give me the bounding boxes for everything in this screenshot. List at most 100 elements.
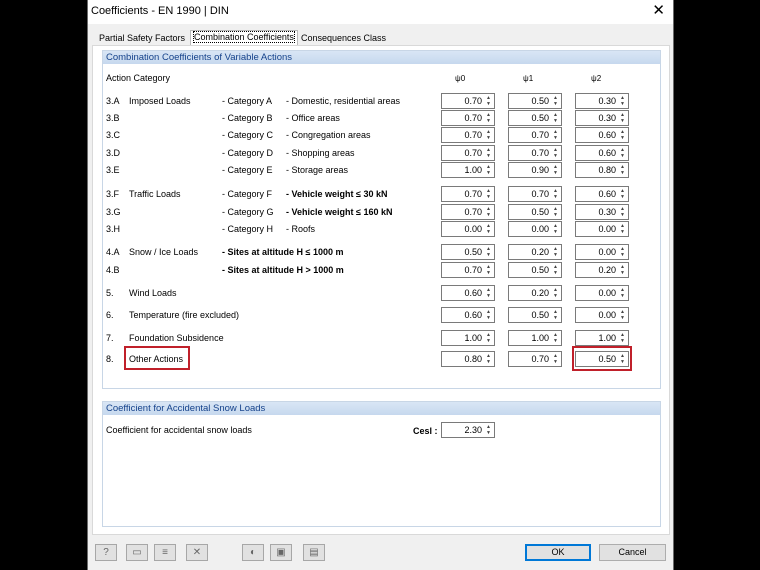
psi1-field[interactable]: 1.00 ▲ ▼	[508, 330, 562, 346]
psi2-field[interactable]: 0.20 ▲ ▼	[575, 262, 629, 278]
psi2-field[interactable]: 0.60 ▲ ▼	[575, 127, 629, 143]
spinner-icon[interactable]: ▲ ▼	[552, 287, 559, 299]
psi1-field[interactable]: 0.70 ▲ ▼	[508, 351, 562, 367]
psi1-field[interactable]: 0.50 ▲ ▼	[508, 262, 562, 278]
spinner-icon[interactable]: ▲ ▼	[552, 112, 559, 124]
psi1-field[interactable]: 0.50 ▲ ▼	[508, 110, 562, 126]
psi0-field[interactable]: 0.60 ▲ ▼	[441, 285, 495, 301]
spinner-icon[interactable]: ▲ ▼	[485, 223, 492, 235]
spinner-icon[interactable]: ▲ ▼	[552, 332, 559, 344]
save-icon[interactable]: ▣	[270, 544, 292, 561]
spinner-icon[interactable]: ▲ ▼	[552, 188, 559, 200]
psi0-field[interactable]: 0.70 ▲ ▼	[441, 186, 495, 202]
psi2-field[interactable]: 0.00 ▲ ▼	[575, 244, 629, 260]
spinner-icon[interactable]: ▲ ▼	[485, 353, 492, 365]
psi2-field[interactable]: 0.60 ▲ ▼	[575, 145, 629, 161]
spinner-icon[interactable]: ▲ ▼	[485, 287, 492, 299]
psi2-field[interactable]: 1.00 ▲ ▼	[575, 330, 629, 346]
psi0-field[interactable]: 0.60 ▲ ▼	[441, 307, 495, 323]
psi2-field[interactable]: 0.00 ▲ ▼	[575, 221, 629, 237]
psi1-field[interactable]: 0.20 ▲ ▼	[508, 285, 562, 301]
ok-button[interactable]: OK	[525, 544, 591, 561]
spinner-icon[interactable]: ▲ ▼	[552, 264, 559, 276]
spinner-icon[interactable]: ▲ ▼	[619, 164, 626, 176]
spinner-icon[interactable]: ▲ ▼	[619, 188, 626, 200]
spinner-icon[interactable]: ▲ ▼	[485, 188, 492, 200]
spinner-icon[interactable]: ▲ ▼	[485, 264, 492, 276]
import-icon[interactable]: ◐	[242, 544, 264, 561]
spinner-icon[interactable]: ▲ ▼	[619, 112, 626, 124]
psi0-field[interactable]: 0.80 ▲ ▼	[441, 351, 495, 367]
cancel-button[interactable]: Cancel	[599, 544, 666, 561]
spinner-icon[interactable]: ▲ ▼	[485, 309, 492, 321]
spinner-icon[interactable]: ▲ ▼	[552, 223, 559, 235]
close-icon[interactable]: ✕	[652, 3, 665, 18]
row-category: - Category A	[222, 96, 273, 106]
psi2-field[interactable]: 0.80 ▲ ▼	[575, 162, 629, 178]
psi1-field[interactable]: 0.20 ▲ ▼	[508, 244, 562, 260]
psi1-field[interactable]: 0.50 ▲ ▼	[508, 204, 562, 220]
spinner-icon[interactable]: ▲ ▼	[619, 246, 626, 258]
spinner-icon[interactable]: ▲ ▼	[485, 129, 492, 141]
spinner-icon[interactable]: ▲ ▼	[619, 223, 626, 235]
spinner-icon[interactable]: ▲ ▼	[485, 206, 492, 218]
psi0-field[interactable]: 0.70 ▲ ▼	[441, 110, 495, 126]
spinner-icon[interactable]: ▲ ▼	[485, 332, 492, 344]
psi0-field[interactable]: 0.50 ▲ ▼	[441, 244, 495, 260]
psi2-field[interactable]: 0.30 ▲ ▼	[575, 110, 629, 126]
psi0-field[interactable]: 0.70 ▲ ▼	[441, 262, 495, 278]
spinner-icon[interactable]: ▲ ▼	[619, 147, 626, 159]
psi0-field[interactable]: 0.70 ▲ ▼	[441, 204, 495, 220]
edit-icon[interactable]: ≡	[154, 544, 176, 561]
psi2-field[interactable]: 0.00 ▲ ▼	[575, 285, 629, 301]
psi0-field[interactable]: 1.00 ▲ ▼	[441, 162, 495, 178]
help-icon[interactable]: ?	[95, 544, 117, 561]
spinner-icon[interactable]: ▲ ▼	[552, 95, 559, 107]
tab-partial-safety-factors[interactable]: Partial Safety Factors	[96, 32, 188, 45]
spinner-icon[interactable]: ▲ ▼	[485, 112, 492, 124]
spinner-icon[interactable]: ▲ ▼	[485, 424, 492, 436]
spinner-icon[interactable]: ▲ ▼	[552, 129, 559, 141]
psi1-field[interactable]: 0.70 ▲ ▼	[508, 145, 562, 161]
spinner-icon[interactable]: ▲ ▼	[485, 164, 492, 176]
psi2-field[interactable]: 0.00 ▲ ▼	[575, 307, 629, 323]
psi0-field[interactable]: 0.70 ▲ ▼	[441, 145, 495, 161]
row-category: - Category E	[222, 165, 273, 175]
spinner-icon[interactable]: ▲ ▼	[619, 206, 626, 218]
psi0-field[interactable]: 1.00 ▲ ▼	[441, 330, 495, 346]
spinner-icon[interactable]: ▲ ▼	[619, 264, 626, 276]
psi1-field[interactable]: 0.50 ▲ ▼	[508, 93, 562, 109]
psi0-field[interactable]: 0.00 ▲ ▼	[441, 221, 495, 237]
cesl-field[interactable]: 2.30 ▲ ▼	[441, 422, 495, 438]
psi2-field[interactable]: 0.30 ▲ ▼	[575, 93, 629, 109]
spinner-icon[interactable]: ▲ ▼	[619, 95, 626, 107]
delete-icon[interactable]: ✕	[186, 544, 208, 561]
spinner-icon[interactable]: ▲ ▼	[619, 129, 626, 141]
spinner-icon[interactable]: ▲ ▼	[552, 353, 559, 365]
spinner-icon[interactable]: ▲ ▼	[619, 332, 626, 344]
psi1-field[interactable]: 0.70 ▲ ▼	[508, 186, 562, 202]
psi1-field[interactable]: 0.90 ▲ ▼	[508, 162, 562, 178]
spinner-icon[interactable]: ▲ ▼	[552, 147, 559, 159]
psi2-header: ψ2	[591, 74, 602, 83]
tab-consequences-class[interactable]: Consequences Class	[298, 32, 389, 45]
spinner-icon[interactable]: ▲ ▼	[552, 164, 559, 176]
spinner-icon[interactable]: ▲ ▼	[485, 147, 492, 159]
spinner-icon[interactable]: ▲ ▼	[485, 246, 492, 258]
spinner-icon[interactable]: ▲ ▼	[552, 309, 559, 321]
psi0-field[interactable]: 0.70 ▲ ▼	[441, 127, 495, 143]
psi1-field[interactable]: 0.50 ▲ ▼	[508, 307, 562, 323]
psi0-field[interactable]: 0.70 ▲ ▼	[441, 93, 495, 109]
spinner-icon[interactable]: ▲ ▼	[619, 287, 626, 299]
psi1-field[interactable]: 0.00 ▲ ▼	[508, 221, 562, 237]
export-icon[interactable]: ▤	[303, 544, 325, 561]
spinner-icon[interactable]: ▲ ▼	[552, 206, 559, 218]
new-icon[interactable]: ▭	[126, 544, 148, 561]
spinner-icon[interactable]: ▲ ▼	[552, 246, 559, 258]
spinner-icon[interactable]: ▲ ▼	[619, 309, 626, 321]
psi2-field[interactable]: 0.30 ▲ ▼	[575, 204, 629, 220]
tab-combination-coefficients[interactable]: Combination Coefficients	[190, 30, 298, 46]
psi2-field[interactable]: 0.60 ▲ ▼	[575, 186, 629, 202]
spinner-icon[interactable]: ▲ ▼	[485, 95, 492, 107]
psi1-field[interactable]: 0.70 ▲ ▼	[508, 127, 562, 143]
